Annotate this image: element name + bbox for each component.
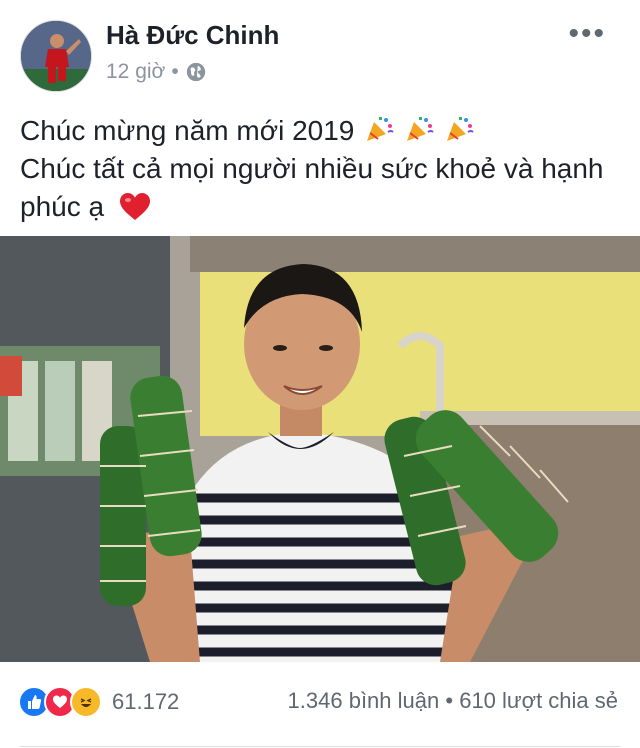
post-text-line-3: phúc ạ	[20, 188, 620, 226]
author-avatar[interactable]	[20, 20, 92, 92]
haha-icon	[70, 686, 102, 718]
post-text: Chúc mừng năm mới 2019 Chúc tất cả mọi n…	[20, 112, 620, 226]
closing-text: phúc ạ	[20, 191, 105, 222]
post-time[interactable]: 12 giờ	[106, 60, 165, 84]
post-footer: 61.172 1.346 bình luận • 610 lượt chia s…	[0, 662, 640, 748]
engagement-stats: 1.346 bình luận • 610 lượt chia sẻ	[288, 688, 618, 714]
party-popper-emoji	[446, 117, 474, 141]
photo-person-holding-banh-tet	[0, 236, 640, 662]
post-text-line-1: Chúc mừng năm mới 2019	[20, 112, 620, 150]
globe-icon[interactable]	[185, 61, 207, 83]
post-text-line-2: Chúc tất cả mọi người nhiều sức khoẻ và …	[20, 153, 604, 184]
comments-count[interactable]: 1.346 bình luận	[288, 688, 440, 713]
greeting-text: Chúc mừng năm mới 2019	[20, 115, 355, 146]
party-popper-emoji	[367, 117, 394, 141]
red-heart-emoji	[119, 193, 150, 220]
footer-divider	[20, 746, 620, 747]
stats-separator: •	[445, 688, 454, 713]
post-photo[interactable]	[0, 236, 640, 662]
author-name[interactable]: Hà Đức Chinh	[106, 20, 279, 51]
more-horizontal-icon[interactable]: •••	[568, 19, 606, 49]
shares-count[interactable]: 610 lượt chia sẻ	[459, 688, 618, 713]
reaction-count: 61.172	[112, 689, 180, 714]
post-meta: 12 giờ •	[106, 60, 207, 84]
party-popper-emoji	[406, 117, 434, 141]
meta-separator: •	[171, 60, 179, 83]
post-header: Hà Đức Chinh 12 giờ • •••	[0, 0, 640, 100]
reactions-summary[interactable]: 61.172	[18, 686, 179, 718]
